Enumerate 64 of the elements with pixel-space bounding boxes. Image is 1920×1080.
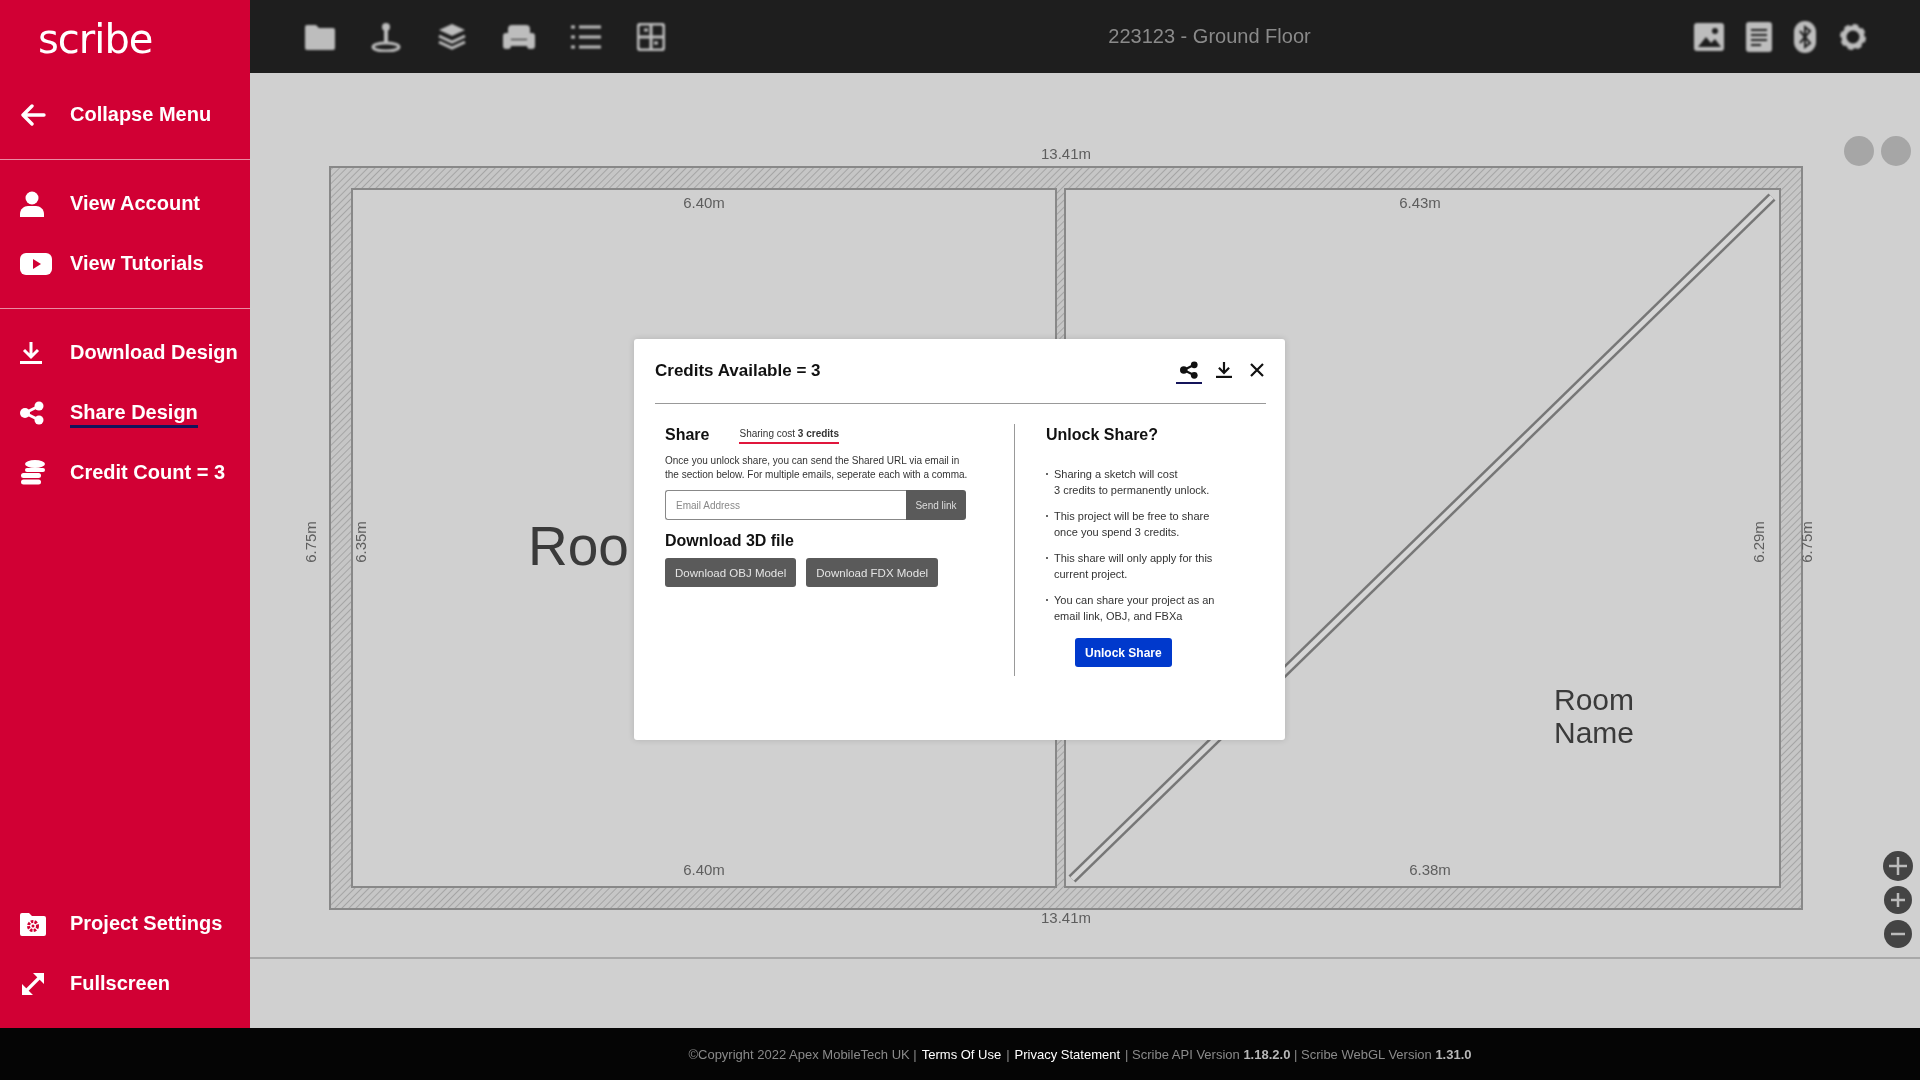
download-model-button[interactable]: Download FDX Model xyxy=(806,558,939,587)
dimension-label: 6.75m xyxy=(302,521,319,563)
layers-icon[interactable] xyxy=(437,21,467,52)
download-icon xyxy=(20,341,42,365)
unlock-heading: Unlock Share? xyxy=(1046,426,1160,444)
document-icon[interactable] xyxy=(1746,21,1772,52)
bullet-text: Sharing a sketch will cost 3 credits to permanently unlock. xyxy=(1054,467,1211,498)
bullet-text: You can share your project as an email link, OBJ, and FBXa xyxy=(1054,593,1216,624)
grid-icon[interactable] xyxy=(637,22,665,51)
bullet-text: This project will be free to share once you spend 3 credits. xyxy=(1054,509,1211,540)
dimension-label: 6.40m xyxy=(683,194,725,211)
pin-icon[interactable] xyxy=(371,21,401,52)
room-label: Roo xyxy=(528,515,629,577)
menu-item[interactable]: Share Design xyxy=(70,398,198,428)
share-heading: Share xyxy=(665,426,710,444)
footer-link[interactable]: Privacy Statement xyxy=(1014,1046,1121,1062)
bullet-text: This share will only apply for this current project. xyxy=(1054,551,1214,582)
footer-text: | xyxy=(1006,1046,1010,1062)
menu-item[interactable]: Fullscreen xyxy=(70,969,171,999)
logo: scribe xyxy=(38,19,153,59)
dimension-label: 6.40m xyxy=(683,861,725,878)
room-label: Room Name xyxy=(1554,683,1635,749)
dimension-label: 6.75m xyxy=(1798,521,1815,563)
dimension-label: 6.35m xyxy=(352,521,369,563)
menu-item[interactable]: Credit Count = 3 xyxy=(70,458,225,488)
image-icon[interactable] xyxy=(1694,22,1724,51)
user-icon xyxy=(20,191,44,217)
settings-icon[interactable] xyxy=(1838,21,1868,52)
expand-icon xyxy=(20,971,46,997)
bluetooth-icon[interactable] xyxy=(1794,20,1816,53)
coins-icon xyxy=(20,460,46,486)
dialog-title: Credits Available = 3 xyxy=(655,361,821,381)
folder-icon[interactable] xyxy=(305,23,335,50)
download-model-button[interactable]: Download OBJ Model xyxy=(665,558,797,587)
arrow-left-icon xyxy=(20,104,46,126)
email-field[interactable]: Email Address xyxy=(665,490,906,520)
menu-item[interactable]: Collapse Menu xyxy=(70,100,212,130)
folder-gear-icon xyxy=(20,912,46,936)
menu-item[interactable]: View Account xyxy=(70,189,201,219)
menu-item[interactable]: Project Settings xyxy=(70,909,223,939)
dimension-label: 6.29m xyxy=(1750,521,1767,563)
footer-link[interactable]: Terms Of Use xyxy=(921,1046,1002,1062)
download-heading: Download 3D file xyxy=(665,532,795,550)
move-control-icon[interactable] xyxy=(1883,851,1913,881)
dimension-label: 6.38m xyxy=(1409,861,1451,878)
dimension-label: 13.41m xyxy=(1041,909,1091,926)
zoom-out-icon[interactable] xyxy=(1884,920,1912,948)
dimension-label: 6.43m xyxy=(1399,194,1441,211)
share-tab[interactable] xyxy=(1176,358,1202,384)
send-link-button[interactable]: Send link xyxy=(906,490,966,520)
armchair-icon[interactable] xyxy=(503,22,535,51)
menu-item[interactable]: Download Design xyxy=(70,338,238,368)
sharing-cost-tab[interactable]: Sharing cost 3 credits xyxy=(739,428,839,444)
footer-text: ©Copyright 2022 Apex MobileTech UK | xyxy=(688,1046,917,1062)
dimension-label: 13.41m xyxy=(1041,145,1091,162)
play-icon xyxy=(20,253,52,275)
project-title: 223123 - Ground Floor xyxy=(1108,25,1311,48)
footer-text: | Scribe API Version 1.18.2.0 | Scribe WebGL Version 1.31.0 xyxy=(1125,1046,1472,1062)
share-description: Once you unlock share, you can send the Shared URL via email in the section below. For multiple emails, seperate each with a comma. xyxy=(665,454,969,482)
zoom-in-icon[interactable] xyxy=(1884,886,1912,914)
unlock-share-button[interactable]: Unlock Share xyxy=(1075,638,1172,667)
menu-item[interactable]: View Tutorials xyxy=(70,249,204,279)
share-icon xyxy=(20,401,44,425)
list-icon[interactable] xyxy=(571,23,601,50)
